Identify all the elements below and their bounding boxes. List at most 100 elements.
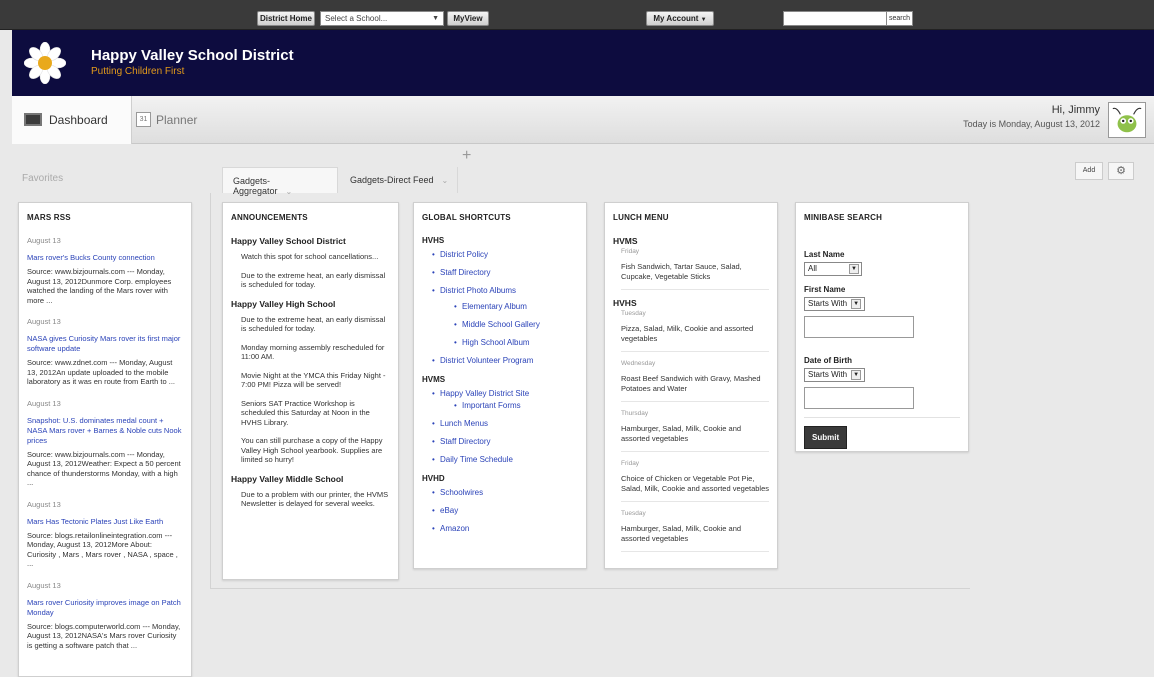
lunch-menu-item: Hamburger, Salad, Milk, Cookie and assor… [621, 424, 769, 452]
shortcut-link[interactable]: District Photo Albums Elementary Album M… [432, 286, 578, 347]
rss-title-link[interactable]: Mars rover Curiosity improves image on P… [27, 598, 183, 618]
rss-date: August 13 [27, 499, 61, 509]
shortcut-link[interactable]: Happy Valley District Site Important For… [432, 389, 578, 410]
nav-bar: Dashboard 31 Planner Hi, Jimmy Today is … [12, 96, 1154, 144]
shortcut-link-label: Daily Time Schedule [440, 455, 513, 464]
shortcut-link[interactable]: Elementary Album [454, 302, 578, 311]
announcement-school: Happy Valley School District [231, 236, 346, 246]
shortcut-link[interactable]: Middle School Gallery [454, 320, 578, 329]
shortcut-group-hvhs: HVHS [422, 236, 445, 245]
monitor-icon [24, 113, 42, 126]
lunch-menu-item: Fish Sandwich, Tartar Sauce, Salad, Cupc… [621, 262, 769, 290]
chevron-down-icon: ▼ [851, 370, 862, 380]
tab-dashboard[interactable]: Dashboard [12, 96, 132, 144]
today-date: Today is Monday, August 13, 2012 [963, 119, 1100, 129]
shortcut-link[interactable]: Staff Directory [432, 268, 578, 277]
chevron-down-icon: ▼ [849, 264, 859, 274]
gadget-title: GLOBAL SHORTCUTS [422, 213, 511, 222]
shortcut-list-hvhd: Schoolwires eBay Amazon [432, 488, 578, 533]
rss-item: August 13 Mars rover Curiosity improves i… [27, 581, 183, 651]
lunch-day: Tuesday [621, 510, 646, 517]
shortcut-link[interactable]: District Policy [432, 250, 578, 259]
shortcut-link-label: Staff Directory [440, 268, 491, 277]
gear-icon[interactable]: ⚙ [1108, 162, 1134, 180]
district-title: Happy Valley School District [91, 47, 294, 64]
school-select[interactable]: Select a School... ▼ [320, 11, 444, 26]
announcement-list: Happy Valley School District Watch this s… [231, 236, 390, 509]
rss-date: August 13 [27, 398, 61, 408]
search-button[interactable]: search [887, 11, 913, 26]
lunch-school-hvhs: HVHS [613, 298, 637, 308]
tab-gadgets-direct-feed-label: Gadgets-Direct Feed [350, 175, 434, 185]
tab-gadgets-direct-feed[interactable]: Gadgets-Direct Feed ⌄ [340, 167, 458, 193]
first-name-field[interactable] [804, 316, 914, 338]
announcement-message: Movie Night at the YMCA this Friday Nigh… [241, 370, 386, 390]
tab-gadgets-aggregator[interactable]: Gadgets-Aggregator ⌄ [222, 167, 338, 196]
tab-planner[interactable]: 31 Planner [132, 96, 212, 144]
shortcut-link[interactable]: High School Album [454, 338, 578, 347]
rss-item: August 13 Snapshot: U.S. dominates medal … [27, 399, 183, 488]
rss-summary: Source: www.zdnet.com --- Monday, August… [27, 358, 175, 386]
rss-title-link[interactable]: Mars rover's Bucks County connection [27, 253, 183, 263]
rss-item: August 13 NASA gives Curiosity Mars rover… [27, 317, 183, 387]
lunch-school-hvms: HVMS [613, 236, 638, 246]
lunch-menu-item: Roast Beef Sandwich with Gravy, Mashed P… [621, 374, 769, 402]
shortcut-link[interactable]: eBay [432, 506, 578, 515]
dob-field[interactable] [804, 387, 914, 409]
shortcut-link[interactable]: Important Forms [454, 401, 578, 410]
shortcut-link[interactable]: Schoolwires [432, 488, 578, 497]
district-banner: Happy Valley School District Putting Chi… [12, 30, 1154, 96]
shortcut-link-label: Schoolwires [440, 488, 484, 497]
shortcut-link-label: District Volunteer Program [440, 356, 534, 365]
lunch-day: Friday [621, 248, 640, 255]
plus-icon[interactable]: + [462, 147, 471, 165]
album-sublist: Elementary Album Middle School Gallery H… [454, 302, 578, 347]
rss-list: August 13 Mars rover's Bucks County conne… [27, 236, 183, 650]
shortcut-link-label: High School Album [462, 338, 530, 347]
avatar[interactable] [1108, 102, 1146, 138]
district-home-button[interactable]: District Home [257, 11, 315, 26]
last-name-select-value: All [808, 264, 817, 273]
shortcut-link-label: Staff Directory [440, 437, 491, 446]
shortcut-link-label: Lunch Menus [440, 419, 489, 428]
rss-summary: Source: www.bizjournals.com --- Monday, … [27, 267, 172, 305]
announcement-message: You can still purchase a copy of the Hap… [241, 436, 383, 464]
myview-button[interactable]: MyView [447, 11, 489, 26]
chevron-down-icon: ⌄ [285, 187, 293, 196]
chevron-down-icon: ▼ [432, 15, 439, 22]
global-shortcuts-gadget: GLOBAL SHORTCUTS HVHS District Policy St… [413, 202, 587, 569]
last-name-select[interactable]: All ▼ [804, 262, 862, 276]
shortcut-link[interactable]: Daily Time Schedule [432, 455, 578, 464]
announcement-message: Watch this spot for school cancellations… [241, 252, 379, 261]
shortcut-group-hvhd: HVHD [422, 474, 445, 483]
rss-title-link[interactable]: Snapshot: U.S. dominates medal count + N… [27, 416, 183, 446]
shortcut-link[interactable]: Lunch Menus [432, 419, 578, 428]
school-select-label: Select a School... [325, 14, 388, 23]
add-button[interactable]: Add [1075, 162, 1103, 180]
gadget-title: MINIBASE SEARCH [804, 213, 883, 222]
shortcut-link-label: Middle School Gallery [462, 320, 540, 329]
announcement-message: Seniors SAT Practice Workshop is schedul… [241, 398, 370, 427]
lunch-menu-gadget: LUNCH MENU HVMS Friday Fish Sandwich, Ta… [604, 202, 778, 569]
calendar-icon: 31 [136, 112, 151, 127]
shortcut-link[interactable]: Amazon [432, 524, 578, 533]
tab-gadgets-aggregator-label: Gadgets-Aggregator [233, 176, 278, 196]
dob-label: Date of Birth [804, 356, 852, 365]
my-account-button[interactable]: My Account ▼ [646, 11, 714, 26]
shortcut-link[interactable]: Staff Directory [432, 437, 578, 446]
submit-button[interactable]: Submit [804, 426, 848, 449]
shortcut-link-label: eBay [440, 506, 459, 515]
rss-title-link[interactable]: NASA gives Curiosity Mars rover its firs… [27, 334, 183, 354]
dob-mode-select[interactable]: Starts With ▼ [804, 368, 866, 382]
search-input[interactable] [783, 11, 887, 26]
panel-divider-bottom [210, 588, 970, 589]
shortcut-link[interactable]: District Volunteer Program [432, 356, 578, 365]
announcement-message: Due to the extreme heat, an early dismis… [241, 314, 386, 334]
first-name-mode-select[interactable]: Starts With ▼ [804, 297, 866, 311]
lunch-menu-item: Hamburger, Salad, Milk, Cookie and assor… [621, 524, 769, 552]
gadget-title: LUNCH MENU [613, 213, 669, 222]
my-account-label: My Account [653, 14, 699, 23]
announcements-gadget: ANNOUNCEMENTS Happy Valley School Distri… [222, 202, 399, 580]
rss-title-link[interactable]: Mars Has Tectonic Plates Just Like Earth [27, 517, 183, 527]
favorites-label: Favorites [22, 173, 64, 184]
